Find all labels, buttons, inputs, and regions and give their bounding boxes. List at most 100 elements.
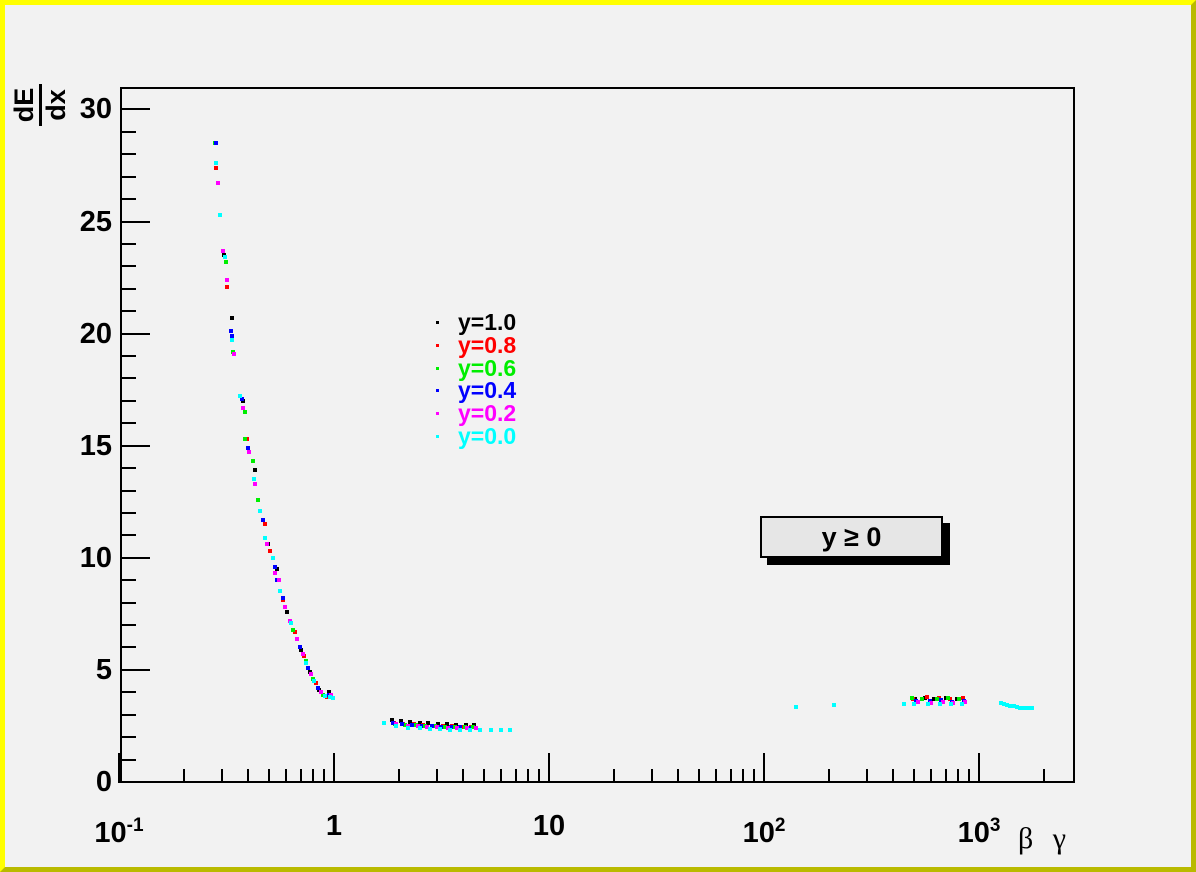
data-point [949,702,953,706]
y-major-tick [122,781,150,783]
y-minor-tick [122,243,136,245]
y-minor-tick [122,400,136,402]
data-point [406,726,410,730]
data-point [230,338,234,342]
y-major-tick [122,108,150,110]
y-axis-title: dE dx [7,81,73,129]
data-point [221,249,225,253]
data-point [301,652,305,656]
x-minor-tick [892,769,894,783]
legend-label: y=0.4 [458,379,516,402]
data-point [926,702,930,706]
plot-area: 051015202530 10-1110102103 dE dx β γ y=1… [0,0,1196,872]
legend-item: y=0.2 [420,402,560,425]
x-minor-tick [715,769,717,783]
data-point [418,726,422,730]
legend-marker-dot [436,367,439,370]
x-minor-tick [312,769,314,783]
x-tick-label: 10-1 [64,808,174,851]
data-point [394,724,398,728]
y-minor-tick [122,176,136,178]
x-minor-tick [651,769,653,783]
y-minor-tick [122,759,136,761]
legend-item: y=0.6 [420,357,560,380]
legend-label: y=1.0 [458,311,516,334]
data-point [225,278,229,282]
data-point [468,728,472,732]
x-minor-tick [515,769,517,783]
data-point [1030,706,1034,710]
data-point [832,703,836,707]
data-point [218,213,222,217]
data-point [223,255,227,259]
data-point [902,702,906,706]
legend-label: y=0.2 [458,402,516,425]
data-point [912,702,916,706]
y-minor-tick [122,265,136,267]
y-major-tick [122,221,150,223]
y-minor-tick [122,512,136,514]
x-major-tick [548,753,550,783]
y-minor-tick [122,646,136,648]
data-point [428,727,432,731]
legend-marker-dot [436,412,439,415]
data-point [458,728,462,732]
data-point [278,589,282,593]
x-minor-tick [527,769,529,783]
data-point [256,498,260,502]
data-point [273,571,277,575]
y-minor-tick [122,624,136,626]
y-minor-tick [122,714,136,716]
data-point [230,316,234,320]
x-minor-tick [398,769,400,783]
data-point [251,459,255,463]
data-point [214,161,218,165]
dedx-fraction: dE dx [10,84,71,127]
x-tick-label: 102 [709,808,819,851]
data-point [224,260,228,264]
data-point [957,697,961,701]
y-minor-tick [122,422,136,424]
data-point [258,509,262,513]
data-point [938,702,942,706]
x-tick-label: 10 [494,808,604,844]
y-minor-tick [122,131,136,133]
x-major-tick [118,753,120,783]
y-major-tick [122,445,150,447]
data-point [410,723,414,727]
data-point [331,696,335,700]
x-minor-tick [538,769,540,783]
data-point [916,700,920,704]
annotation-box: y ≥ 0 [760,516,943,558]
y-axis-title-numerator: dE [10,84,42,127]
y-tick-label: 15 [30,429,112,463]
data-point [291,628,295,632]
data-point [268,549,272,553]
legend-item: y=0.8 [420,334,560,357]
x-minor-tick [300,769,302,783]
data-point [243,410,247,414]
y-major-tick [122,333,150,335]
legend-label: y=0.6 [458,357,516,380]
legend-marker-dot [436,321,439,324]
y-minor-tick [122,467,136,469]
data-point [253,468,257,472]
x-minor-tick [957,769,959,783]
x-tick-label: 1 [279,808,389,844]
x-minor-tick [323,769,325,783]
data-point [382,721,386,725]
annotation-label: y ≥ 0 [822,522,882,552]
legend-item: y=1.0 [420,311,560,334]
x-minor-tick [221,769,223,783]
x-minor-tick [613,769,615,783]
data-point [298,645,302,649]
y-tick-label: 5 [30,653,112,687]
data-point [283,605,287,609]
data-point [230,334,234,338]
data-point [400,722,404,726]
x-minor-tick [268,769,270,783]
data-point [794,705,798,709]
x-minor-tick [698,769,700,783]
x-minor-tick [742,769,744,783]
data-point [438,727,442,731]
